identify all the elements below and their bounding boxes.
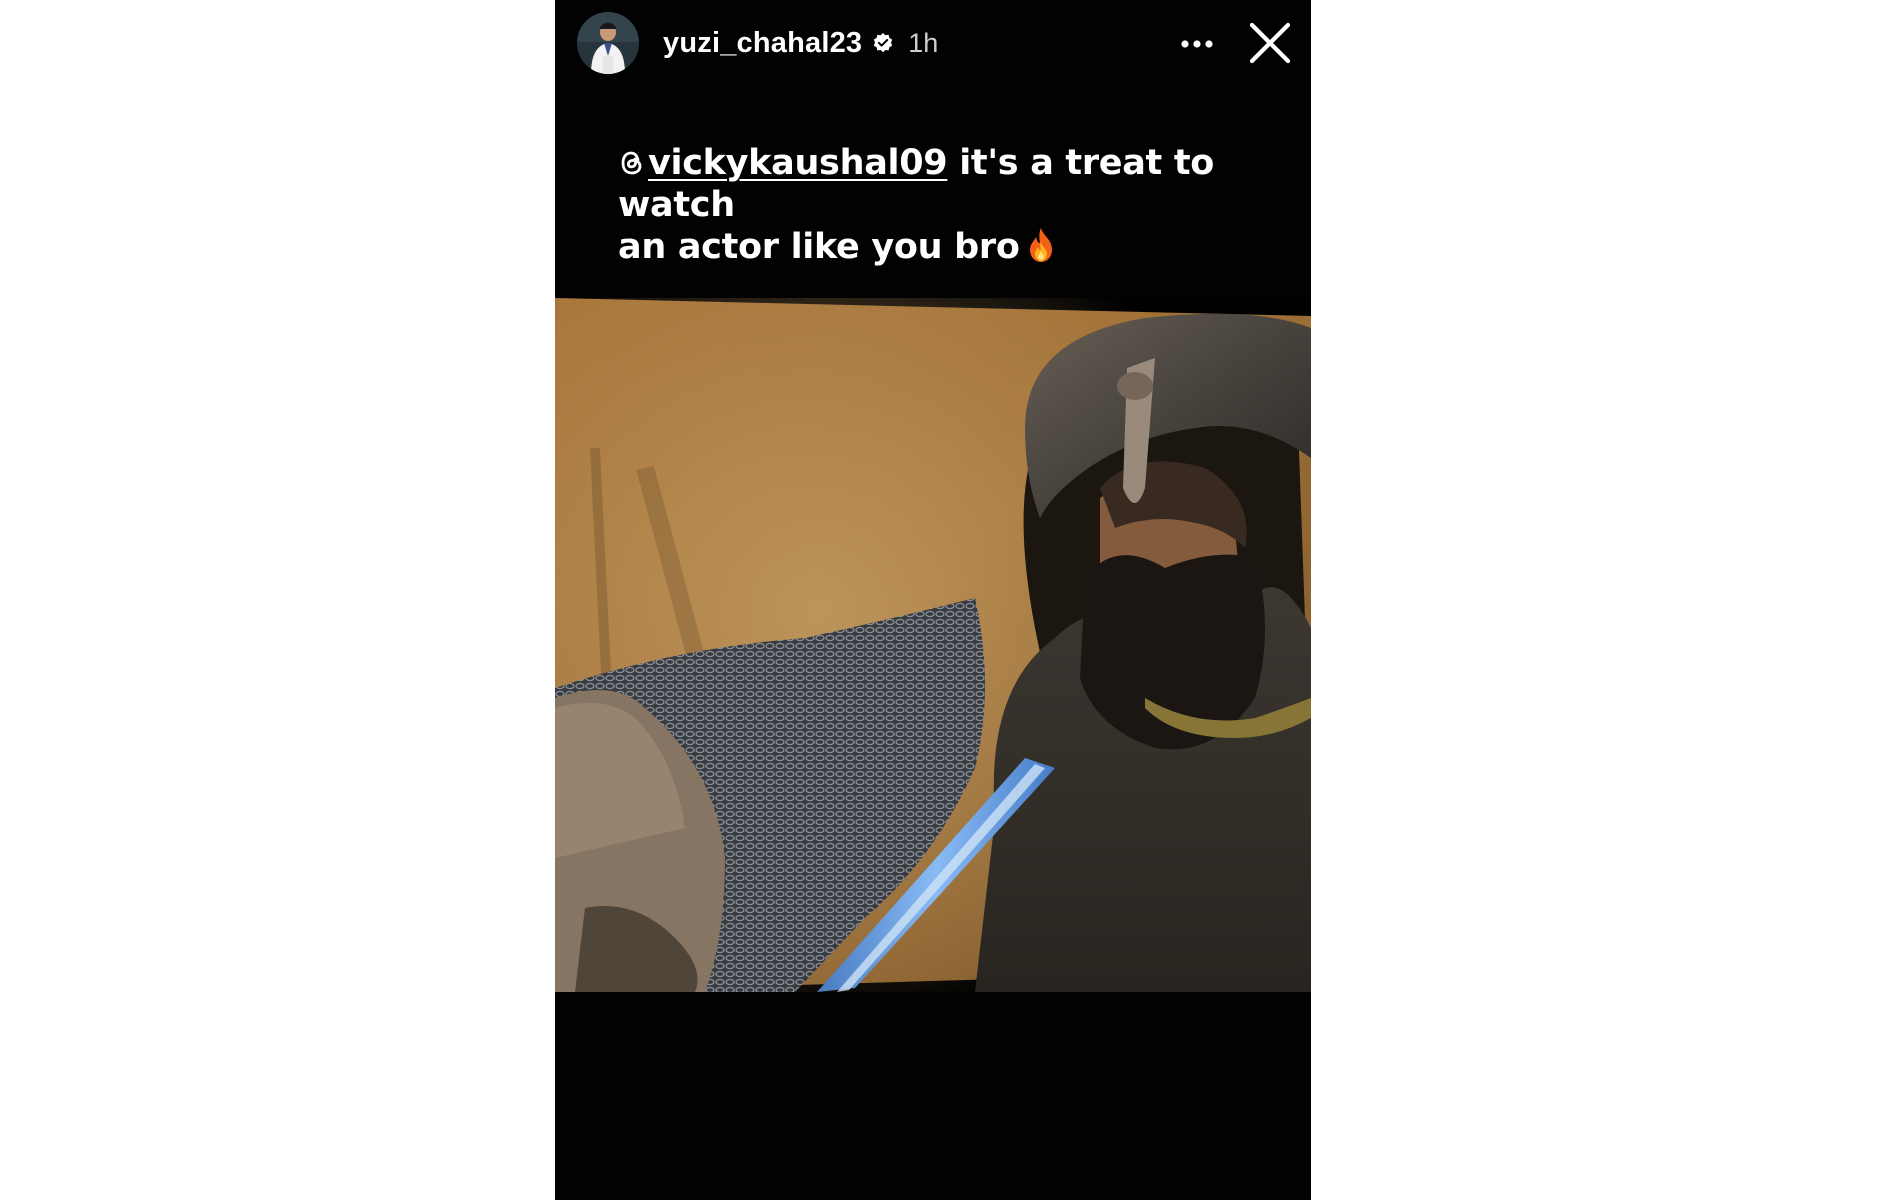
close-button[interactable] (1247, 20, 1293, 66)
story-caption: vickykaushal09 it's a treat to watch an a… (618, 142, 1278, 268)
story-header: yuzi_chahal23 1h (555, 0, 1311, 86)
username-row: yuzi_chahal23 1h (663, 25, 938, 61)
more-options-button[interactable] (1175, 22, 1219, 66)
avatar[interactable] (577, 12, 639, 74)
post-time: 1h (908, 27, 939, 58)
threads-icon (618, 146, 646, 176)
mention-text[interactable]: vickykaushal09 (648, 143, 948, 183)
username[interactable]: yuzi_chahal23 (663, 27, 862, 60)
caption-line2: an actor like you bro (618, 227, 1020, 267)
mention-link[interactable]: vickykaushal09 (618, 143, 948, 183)
story-viewer: yuzi_chahal23 1h vickykaushal09 it's a t… (555, 0, 1311, 1200)
fire-emoji-icon (1026, 226, 1056, 264)
more-horizontal-icon (1181, 40, 1213, 48)
verified-badge-icon (872, 32, 894, 54)
close-icon (1249, 22, 1291, 64)
story-media-image (555, 298, 1311, 992)
